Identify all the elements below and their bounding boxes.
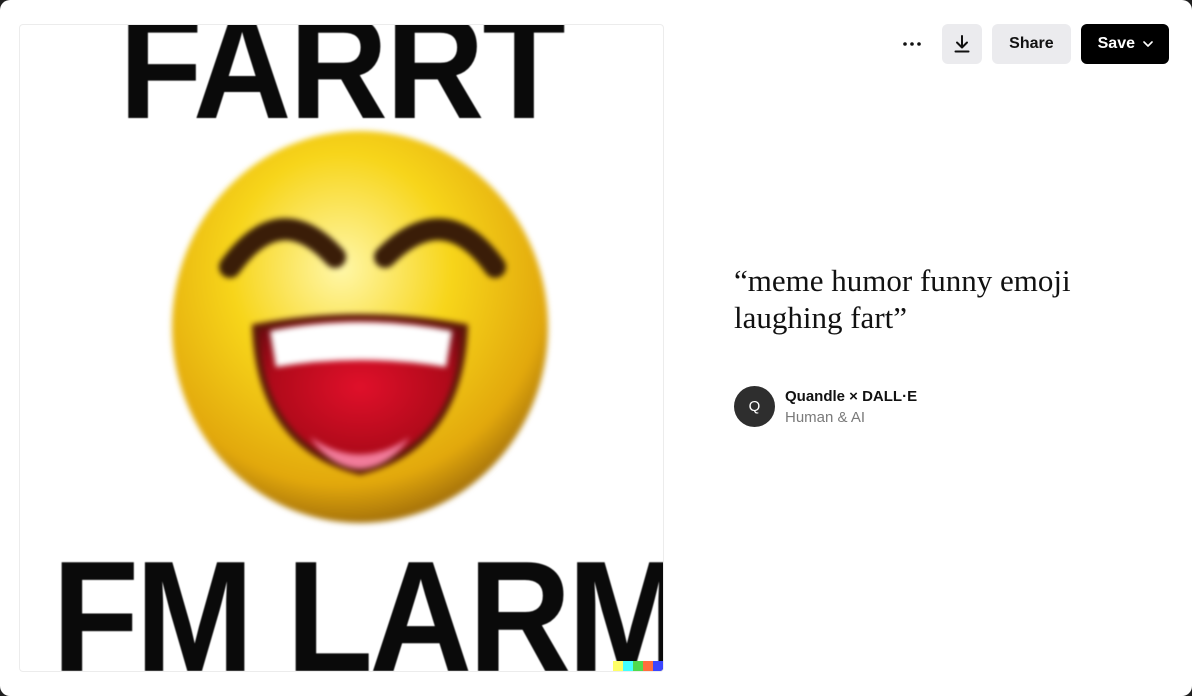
signature-swatch-5 <box>653 661 663 671</box>
signature-swatch-3 <box>633 661 643 671</box>
avatar-initial: Q <box>748 398 761 415</box>
signature-swatch-2 <box>623 661 633 671</box>
chevron-down-icon <box>1143 41 1153 47</box>
author-subtitle: Human & AI <box>785 408 866 426</box>
avatar[interactable]: Q <box>734 386 775 427</box>
laughing-emoji-illustration <box>172 131 548 523</box>
author-meta: Quandle × DALL·E Human & AI <box>785 388 917 426</box>
save-button[interactable]: Save <box>1080 24 1169 64</box>
dalle-signature <box>613 661 663 671</box>
signature-swatch-1 <box>613 661 623 671</box>
more-options-button[interactable] <box>892 24 932 64</box>
prompt-text: “meme humor funny emoji laughing fart” <box>734 263 1071 335</box>
save-label: Save <box>1097 35 1135 52</box>
generated-image[interactable]: FARRT FM LARM <box>19 24 664 672</box>
share-label: Share <box>1009 35 1054 52</box>
share-button[interactable]: Share <box>992 24 1071 64</box>
meme-top-text: FARRT <box>119 24 565 150</box>
ellipsis-icon <box>903 42 921 46</box>
author-block[interactable]: Q Quandle × DALL·E Human & AI <box>734 386 917 427</box>
image-detail-modal: FARRT FM LARM Share Save “meme humor fun… <box>0 0 1192 696</box>
author-name[interactable]: Quandle × DALL·E <box>785 388 917 405</box>
signature-swatch-4 <box>643 661 653 671</box>
download-icon <box>954 35 970 53</box>
download-button[interactable] <box>942 24 983 64</box>
meme-bottom-text: FM LARM <box>52 529 664 672</box>
toolbar: Share Save <box>892 24 1169 64</box>
